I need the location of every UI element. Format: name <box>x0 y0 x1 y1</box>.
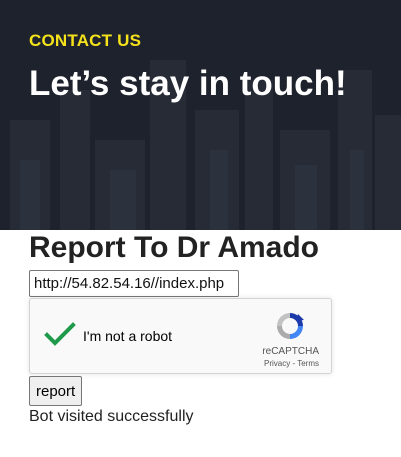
terms-link[interactable]: Terms <box>297 359 319 368</box>
recaptcha-brand: reCAPTCHA <box>262 346 319 357</box>
recaptcha-widget: I'm not a robot reCAPTCHA Privacy - Term… <box>29 298 332 374</box>
hero-headline: Let’s stay in touch! <box>29 64 347 103</box>
report-title: Report To Dr Amado <box>29 231 319 264</box>
url-input[interactable] <box>29 270 239 297</box>
recaptcha-label: I'm not a robot <box>83 328 173 344</box>
recaptcha-checkbox[interactable] <box>44 321 76 349</box>
hero-banner: CONTACT US Let’s stay in touch! <box>0 0 401 230</box>
checkmark-icon <box>44 322 76 346</box>
recaptcha-links: Privacy - Terms <box>264 359 319 368</box>
contact-us-eyebrow: CONTACT US <box>29 31 142 50</box>
privacy-link[interactable]: Privacy <box>264 359 290 368</box>
links-separator: - <box>292 359 296 368</box>
status-message: Bot visited successfully <box>29 408 194 425</box>
report-button[interactable]: report <box>29 376 83 406</box>
recaptcha-logo-icon <box>277 313 304 339</box>
